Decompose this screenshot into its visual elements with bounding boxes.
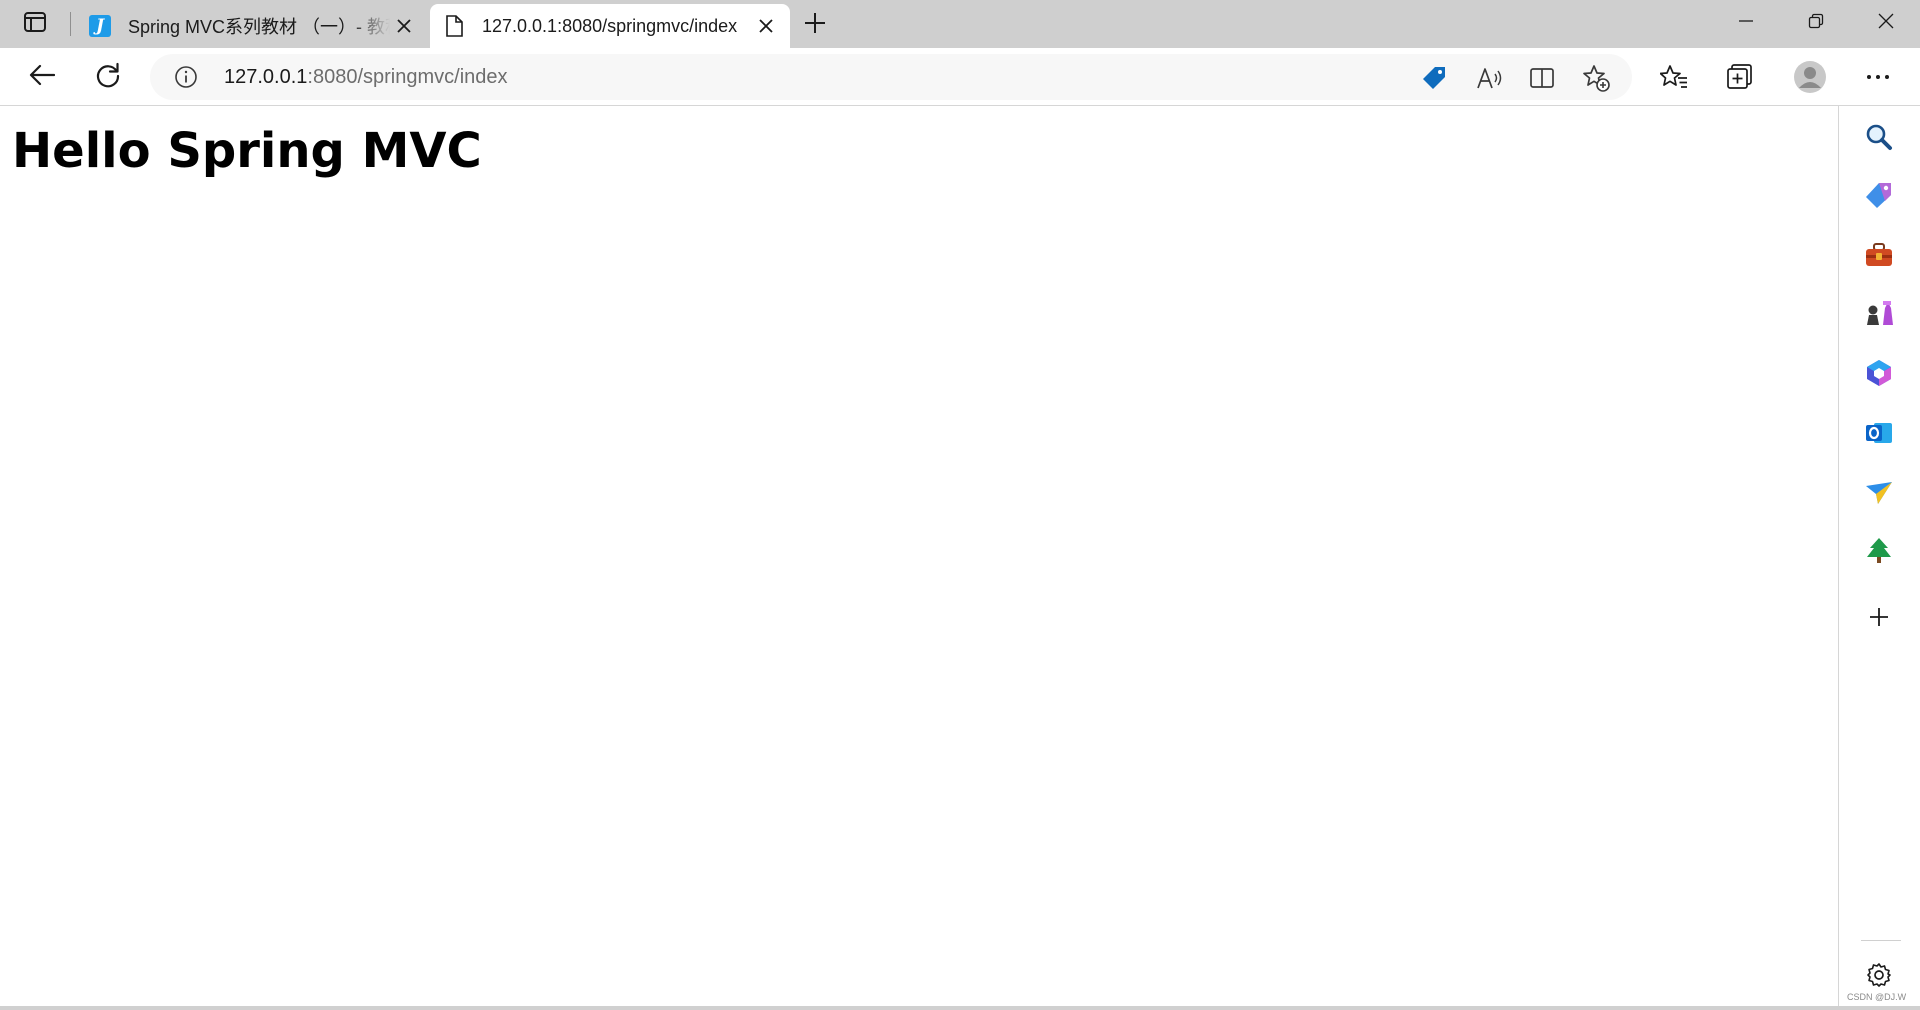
tab-bar: J Spring MVC系列教材 （一）- 教程 127.0.0.1:8080/…	[0, 0, 1920, 48]
restore-button[interactable]	[1786, 0, 1846, 46]
tab-active-localhost[interactable]: 127.0.0.1:8080/springmvc/index	[430, 4, 790, 48]
tools-icon[interactable]	[1862, 238, 1896, 272]
close-tab-icon[interactable]	[752, 12, 780, 40]
minimize-button[interactable]	[1716, 0, 1776, 46]
add-icon[interactable]	[1862, 600, 1896, 634]
tab-spring-mvc-tutorial[interactable]: J Spring MVC系列教材 （一）- 教程	[76, 4, 428, 48]
page-content: Hello Spring MVC	[0, 107, 1838, 1007]
shopping-icon[interactable]	[1862, 178, 1896, 212]
search-icon[interactable]	[1862, 120, 1896, 154]
browser-toolbar: 127.0.0.1:8080/springmvc/index	[0, 48, 1920, 106]
reload-icon	[95, 62, 121, 93]
close-window-button[interactable]	[1856, 0, 1916, 46]
page-icon	[442, 14, 466, 38]
window-bottom-border	[0, 1006, 1920, 1010]
address-url[interactable]: 127.0.0.1:8080/springmvc/index	[224, 66, 508, 89]
minimize-icon	[1738, 13, 1754, 34]
close-tab-icon[interactable]	[390, 12, 418, 40]
tab-title: 127.0.0.1:8080/springmvc/index	[482, 15, 738, 36]
tab-separator	[70, 12, 71, 36]
send-icon[interactable]	[1862, 476, 1896, 510]
games-icon[interactable]	[1862, 296, 1896, 330]
reload-button[interactable]	[90, 59, 126, 95]
outlook-icon[interactable]	[1862, 416, 1896, 450]
collections-icon[interactable]	[1724, 61, 1756, 93]
profile-icon[interactable]	[1792, 59, 1828, 95]
site-favicon-icon: J	[88, 14, 112, 38]
plus-icon	[804, 12, 826, 39]
new-tab-button[interactable]	[800, 10, 830, 40]
tab-actions-button[interactable]	[18, 10, 52, 38]
tab-title: Spring MVC系列教材 （一）- 教程	[128, 17, 390, 37]
read-aloud-icon[interactable]	[1475, 64, 1503, 92]
microsoft365-icon[interactable]	[1862, 356, 1896, 390]
split-screen-icon[interactable]	[1528, 64, 1556, 92]
add-favorite-icon[interactable]	[1582, 64, 1610, 92]
address-bar[interactable]: 127.0.0.1:8080/springmvc/index	[150, 54, 1632, 100]
info-icon[interactable]	[174, 65, 198, 89]
browser-sidebar: CSDN @DJ.W	[1838, 106, 1920, 1010]
tab-actions-icon	[23, 11, 47, 38]
settings-icon[interactable]	[1862, 958, 1896, 992]
close-icon	[1878, 13, 1894, 34]
watermark: CSDN @DJ.W	[1847, 992, 1907, 1002]
tree-icon[interactable]	[1862, 534, 1896, 568]
back-icon	[29, 64, 56, 91]
page-heading: Hello Spring MVC	[12, 123, 482, 179]
more-icon[interactable]	[1862, 61, 1894, 93]
back-button[interactable]	[24, 59, 60, 95]
shopping-tag-icon[interactable]	[1420, 64, 1448, 92]
restore-icon	[1808, 13, 1824, 34]
favorites-icon[interactable]	[1658, 61, 1690, 93]
sidebar-divider	[1861, 940, 1901, 941]
